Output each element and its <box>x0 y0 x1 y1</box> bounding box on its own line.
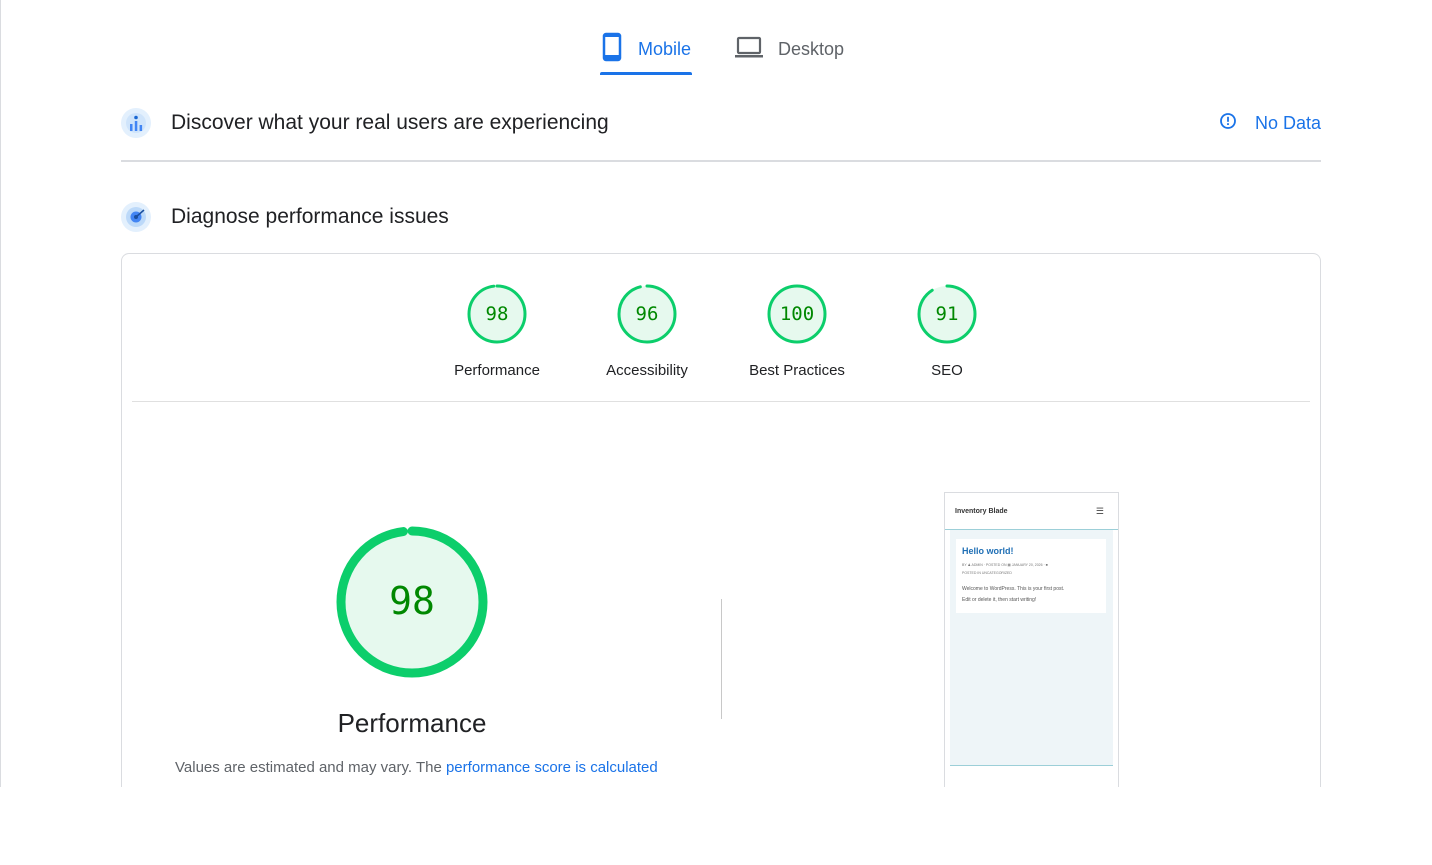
thumb-body: Hello world! BY ♟ ADMIN · POSTED ON ▦ JA… <box>950 530 1113 766</box>
gauge-label: Accessibility <box>606 362 688 379</box>
gauge-score: 98 <box>485 303 509 325</box>
disclaimer-text: Values are estimated and may vary. The <box>175 759 446 776</box>
vertical-divider <box>721 599 722 719</box>
gauge-score: 91 <box>935 303 959 325</box>
thumb-post-meta: BY ♟ ADMIN · POSTED ON ▦ JANUARY 20, 202… <box>962 563 1048 567</box>
tab-desktop[interactable]: Desktop <box>734 22 854 76</box>
page-screenshot-thumbnail: Inventory Blade ☰ Hello world! BY ♟ ADMI… <box>944 492 1119 794</box>
thumb-site-title: Inventory Blade <box>955 508 1008 515</box>
performance-title: Performance <box>337 708 487 738</box>
thumb-post-title: Hello world! <box>962 546 1014 556</box>
gauge-accessibility[interactable]: 96 Accessibility <box>582 284 712 379</box>
gauges-divider <box>132 401 1310 402</box>
gauge-label: SEO <box>931 362 963 379</box>
performance-disclaimer: Values are estimated and may vary. The p… <box>175 759 735 776</box>
tab-desktop-label: Desktop <box>778 38 845 59</box>
gauge-label: Best Practices <box>749 362 845 379</box>
thumb-header: Inventory Blade ☰ <box>945 493 1118 530</box>
active-tab-indicator <box>600 72 692 75</box>
lighthouse-target-icon <box>121 202 151 232</box>
gauge-ring: 100 <box>767 284 827 344</box>
form-factor-tabs: Mobile Desktop <box>0 22 1432 76</box>
lighthouse-report-card: 98 Performance 96 Accessibility 100 Best… <box>121 253 1321 815</box>
gauge-best-practices[interactable]: 100 Best Practices <box>732 284 862 379</box>
gauge-label: Performance <box>454 362 540 379</box>
diagnose-section-header: Diagnose performance issues <box>121 197 1321 237</box>
users-chart-icon <box>121 108 151 138</box>
gauge-score: 100 <box>779 303 815 325</box>
viewport-bottom-blank <box>0 787 1432 865</box>
performance-score-link[interactable]: performance score is calculated <box>446 759 658 776</box>
left-edge-border <box>0 0 1 787</box>
gauge-performance[interactable]: 98 Performance <box>432 284 562 379</box>
gauge-seo[interactable]: 91 SEO <box>882 284 1012 379</box>
tab-mobile-label: Mobile <box>638 38 692 59</box>
thumb-post-card: Hello world! BY ♟ ADMIN · POSTED ON ▦ JA… <box>956 539 1106 613</box>
laptop-icon <box>734 35 764 64</box>
gauge-score: 96 <box>635 303 659 325</box>
crux-section-header: Discover what your real users are experi… <box>121 103 1321 143</box>
no-data-button[interactable]: No Data <box>1219 103 1321 143</box>
gauge-ring: 98 <box>467 284 527 344</box>
thumb-post-text: Welcome to WordPress. This is your first… <box>962 586 1065 592</box>
smartphone-icon <box>600 32 624 67</box>
performance-big-score: 98 <box>389 579 435 623</box>
no-data-label: No Data <box>1254 112 1321 133</box>
info-icon <box>1219 112 1237 135</box>
category-gauges: 98 Performance 96 Accessibility 100 Best… <box>122 284 1320 384</box>
hamburger-menu-icon: ☰ <box>1095 506 1104 516</box>
thumb-post-meta: POSTED IN UNCATEGORIZED <box>962 571 1012 575</box>
performance-big-gauge: 98 <box>336 526 488 678</box>
thumb-post-text: Edit or delete it, then start writing! <box>962 597 1037 603</box>
crux-section-title: Discover what your real users are experi… <box>171 111 609 134</box>
gauge-ring: 96 <box>617 284 677 344</box>
diagnose-section-title: Diagnose performance issues <box>171 205 449 228</box>
gauge-ring: 91 <box>917 284 977 344</box>
tab-mobile[interactable]: Mobile <box>600 22 692 76</box>
section-divider <box>121 160 1321 162</box>
